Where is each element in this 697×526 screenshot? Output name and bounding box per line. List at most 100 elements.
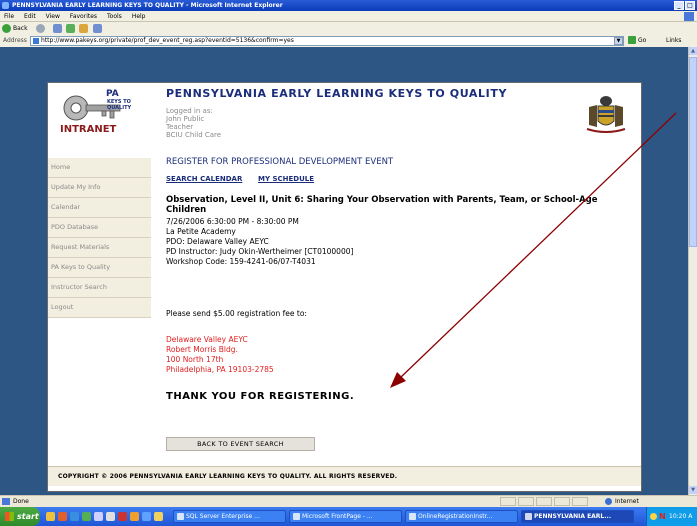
pennsylvania-seal-icon [586,96,626,133]
status-text: Done [13,498,29,505]
stop-icon[interactable] [53,24,62,33]
status-segment [518,497,534,506]
pa-keys-logo: PA KEYS TO QUALITY INTRANET [60,89,131,135]
nav-item-home[interactable]: Home [48,158,151,178]
maximize-button[interactable]: □ [685,1,695,10]
menu-favorites[interactable]: Favorites [70,11,97,21]
quicklaunch-app-icon[interactable] [94,512,103,521]
ie-icon [525,513,532,520]
quicklaunch-ie-icon[interactable] [70,512,79,521]
toolbar: Back [0,22,697,36]
menu-view[interactable]: View [46,11,60,21]
address-dropdown-icon[interactable]: ▼ [614,37,623,45]
taskbar-item-label: Microsoft FrontPage - ... [302,513,373,520]
nav-item-update-my-info[interactable]: Update My Info [48,178,151,198]
scroll-thumb[interactable] [689,57,697,247]
vertical-scrollbar[interactable]: ▲ ▼ [688,47,697,495]
refresh-icon[interactable] [66,24,75,33]
logo-pa: PA [106,89,119,99]
home-icon[interactable] [79,24,88,33]
search-calendar-link[interactable]: SEARCH CALENDAR [166,175,242,183]
scroll-up-icon[interactable]: ▲ [689,47,697,55]
menu-tools[interactable]: Tools [107,11,122,21]
quicklaunch-app-icon[interactable] [58,512,67,521]
menu-help[interactable]: Help [132,11,146,21]
quicklaunch-app-icon[interactable] [118,512,127,521]
windows-logo-icon [5,512,14,521]
go-arrow-icon [628,36,636,44]
back-arrow-icon[interactable] [2,24,11,33]
address-label: Address [3,37,27,44]
event-location: La Petite Academy [166,227,236,236]
go-label: Go [638,36,647,44]
nav-item-calendar[interactable]: Calendar [48,198,151,218]
status-segment [572,497,588,506]
nav-item-pdo-database[interactable]: PDO Database [48,218,151,238]
frontpage-icon [293,513,300,520]
taskbar-item-frontpage[interactable]: Microsoft FrontPage - ... [289,510,402,523]
links-button[interactable]: Links [666,37,681,44]
mail-address-line-2: Robert Morris Bldg. [166,345,238,354]
windows-flag-icon [684,12,694,21]
thank-you-message: THANK YOU FOR REGISTERING. [166,391,355,402]
logo-quality: QUALITY [107,105,131,111]
nav-item-request-materials[interactable]: Request Materials [48,238,151,258]
quicklaunch-app-icon[interactable] [82,512,91,521]
status-segment [500,497,516,506]
forward-arrow-icon[interactable] [36,24,45,33]
system-tray: N 10:20 A [646,507,697,526]
window-controls: _ □ [674,1,695,10]
address-url: http://www.pakeys.org/private/prof_dev_e… [41,37,294,44]
search-icon[interactable] [93,24,102,33]
my-schedule-link[interactable]: MY SCHEDULE [258,175,314,183]
taskbar: start SQL Server Enterprise ... Microsof… [0,507,697,526]
scroll-down-icon[interactable]: ▼ [689,486,697,494]
menu-file[interactable]: File [4,11,14,21]
quicklaunch-app-icon[interactable] [142,512,151,521]
mail-address-line-1: Delaware Valley AEYC [166,335,248,344]
minimize-button[interactable]: _ [674,1,684,10]
logo-intranet: INTRANET [60,124,117,135]
security-zone: Internet [605,496,639,507]
login-user-name: John Public [166,115,205,123]
zone-label: Internet [615,498,639,505]
mail-address-line-3: 100 North 17th [166,355,224,364]
mail-address-line-4: Philadelphia, PA 19103-2785 [166,365,274,374]
fee-instructions: Please send $5.00 registration fee to: [166,309,307,318]
taskbar-item-ie-active[interactable]: PENNSYLVANIA EARL... [521,510,634,523]
site-title: PENNSYLVANIA EARLY LEARNING KEYS TO QUAL… [166,87,508,100]
login-label: Logged in as: [166,107,213,115]
taskbar-item-label: PENNSYLVANIA EARL... [534,513,612,520]
back-button-label[interactable]: Back [13,22,28,35]
menu-bar: File Edit View Favorites Tools Help [0,11,697,22]
taskbar-item-sql-server[interactable]: SQL Server Enterprise ... [173,510,286,523]
event-title: Observation, Level II, Unit 6: Sharing Y… [166,195,598,215]
tray-icon[interactable] [650,513,657,520]
address-input[interactable]: http://www.pakeys.org/private/prof_dev_e… [30,36,624,46]
event-workshop-code: Workshop Code: 159-4241-06/07-T4031 [166,257,316,266]
go-button[interactable]: Go [628,36,646,44]
start-label: start [17,512,39,521]
back-to-event-search-button[interactable]: BACK TO EVENT SEARCH [166,437,315,451]
nav-item-logout[interactable]: Logout [48,298,151,318]
page-heading: REGISTER FOR PROFESSIONAL DEVELOPMENT EV… [166,157,394,167]
copyright-footer: COPYRIGHT © 2006 PENNSYLVANIA EARLY LEAR… [48,466,641,486]
nav-item-instructor-search[interactable]: Instructor Search [48,278,151,298]
tray-n-icon[interactable]: N [659,507,666,526]
quicklaunch-app-icon[interactable] [154,512,163,521]
login-organization: BCIU Child Care [166,131,222,139]
nav-item-pa-keys-to-quality[interactable]: PA Keys to Quality [48,258,151,278]
side-nav: Home Update My Info Calendar PDO Databas… [48,158,153,318]
taskbar-item-online-registration[interactable]: OnlineRegistrationInstr... [405,510,518,523]
page-container: PA KEYS TO QUALITY INTRANET PENNSYLVANIA… [47,82,642,492]
quicklaunch-app-icon[interactable] [106,512,115,521]
start-button[interactable]: start [0,507,40,526]
word-doc-icon [409,513,416,520]
quicklaunch-folder-icon[interactable] [46,512,55,521]
event-pdo: PDO: Delaware Valley AEYC [166,237,269,246]
quicklaunch-app-icon[interactable] [130,512,139,521]
clock: 10:20 A [669,513,693,520]
event-datetime: 7/26/2006 6:30:00 PM - 8:30:00 PM [166,217,299,226]
event-instructor: PD Instructor: Judy Okin-Wertheimer [CT0… [166,247,354,256]
menu-edit[interactable]: Edit [24,11,36,21]
